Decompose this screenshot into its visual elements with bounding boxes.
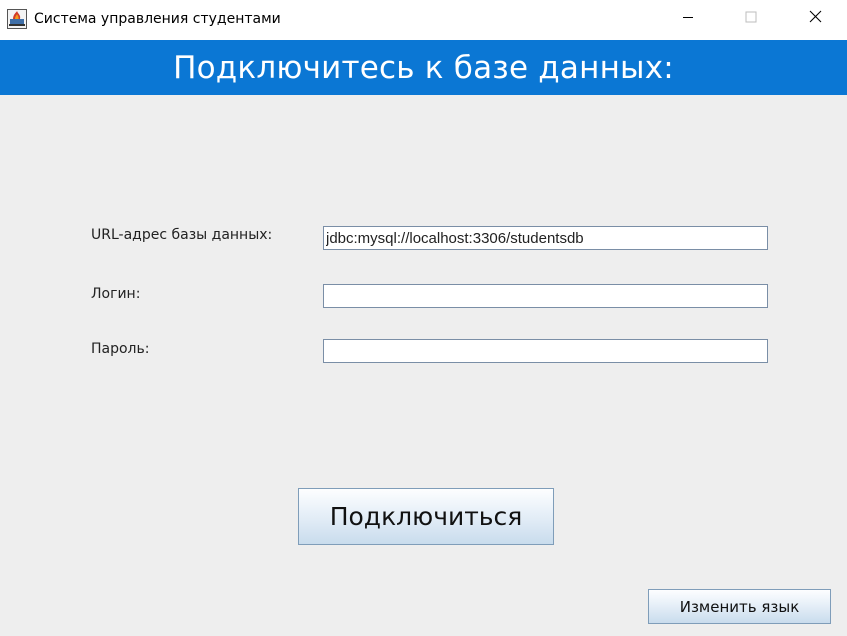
connect-button[interactable]: Подключиться xyxy=(298,488,554,545)
url-input[interactable] xyxy=(323,226,768,250)
maximize-icon xyxy=(745,10,757,28)
login-label: Логин: xyxy=(91,286,141,302)
header-banner: Подключитесь к базе данных: xyxy=(0,40,847,95)
window-titlebar: Система управления студентами xyxy=(0,0,847,40)
password-input[interactable] xyxy=(323,339,768,363)
page-title: Подключитесь к базе данных: xyxy=(173,49,674,86)
url-label: URL-адрес базы данных: xyxy=(91,227,273,243)
maximize-button[interactable] xyxy=(728,0,774,38)
minimize-button[interactable] xyxy=(665,0,711,38)
minimize-icon xyxy=(682,10,694,28)
password-label: Пароль: xyxy=(91,341,150,357)
login-input[interactable] xyxy=(323,284,768,308)
close-button[interactable] xyxy=(792,0,838,38)
close-icon xyxy=(809,10,822,28)
change-language-button[interactable]: Изменить язык xyxy=(648,589,831,624)
window-title: Система управления студентами xyxy=(34,11,281,27)
java-app-icon xyxy=(7,9,27,29)
